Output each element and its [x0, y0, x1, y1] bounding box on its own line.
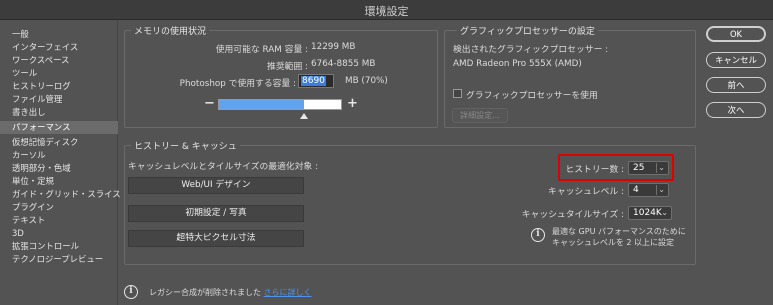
memory-decrease-button[interactable]: −: [204, 96, 215, 111]
sidebar-item-type[interactable]: テキスト: [0, 214, 118, 227]
window-title: 環境設定: [364, 5, 409, 18]
memory-slider-thumb[interactable]: [300, 113, 308, 119]
ok-button[interactable]: OK: [706, 26, 766, 42]
chevron-down-icon: ⌄: [661, 208, 668, 217]
sidebar-item-workspace[interactable]: ワークスペース: [0, 54, 118, 67]
sidebar-item-file-handling[interactable]: ファイル管理: [0, 93, 118, 106]
sidebar-item-3d[interactable]: 3D: [0, 227, 118, 240]
select-divider: [656, 163, 657, 173]
info-icon: i: [531, 228, 545, 242]
footer-info-icon: i: [124, 285, 138, 299]
cache-tile-size-label: キャッシュタイルサイズ :: [521, 210, 624, 220]
gpu-cache-note-line2: キャッシュレベルを 2 以上に設定: [552, 238, 675, 247]
learn-more-link[interactable]: さらに詳しく: [264, 288, 312, 297]
sidebar-item-technology-previews[interactable]: テクノロジープレビュー: [0, 253, 118, 266]
web-ui-design-button[interactable]: Web/UI デザイン: [128, 177, 304, 194]
cancel-button[interactable]: キャンセル: [706, 52, 766, 68]
cache-levels-select[interactable]: 4 ⌄: [628, 183, 669, 197]
sidebar-item-performance[interactable]: パフォーマンス: [0, 121, 118, 134]
sidebar-item-interface[interactable]: インターフェイス: [0, 41, 118, 54]
select-divider: [656, 185, 657, 195]
available-ram-value: 12299 MB: [311, 42, 356, 52]
available-ram-label: 使用可能な RAM 容量 :: [215, 45, 308, 55]
sidebar-item-cursors[interactable]: カーソル: [0, 149, 118, 162]
sidebar-item-tools[interactable]: ツール: [0, 67, 118, 80]
memory-slider[interactable]: [218, 99, 342, 110]
footer-message-text: レガシー合成が削除されました: [149, 288, 261, 297]
sidebar-item-transparency-gamut[interactable]: 透明部分・色域: [0, 162, 118, 175]
cache-tile-size-select[interactable]: 1024K ⌄: [628, 206, 672, 220]
gpu-cache-note-line1: 最適な GPU パフォーマンスのために: [552, 227, 686, 236]
sidebar-item-general[interactable]: 一般: [0, 28, 118, 41]
sidebar: 一般 インターフェイス ワークスペース ツール ヒストリーログ ファイル管理 書…: [0, 20, 121, 305]
history-cache-title: ヒストリー & キャッシュ: [131, 139, 240, 152]
title-bar: 環境設定: [0, 0, 773, 20]
sidebar-item-plugins[interactable]: プラグイン: [0, 201, 118, 214]
memory-slider-fill: [219, 100, 304, 109]
footer-message: レガシー合成が削除されました さらに詳しく: [149, 287, 312, 298]
cache-levels-label: キャッシュレベル :: [548, 187, 624, 197]
memory-increase-button[interactable]: +: [347, 96, 358, 111]
memory-unit-label: MB (70%): [345, 76, 388, 86]
sidebar-item-guides-grid-slices[interactable]: ガイド・グリッド・スライス: [0, 188, 121, 201]
ideal-range-value: 6764-8855 MB: [311, 59, 376, 69]
detected-gpu-label: 検出されたグラフィックプロセッサー :: [453, 45, 609, 55]
gpu-settings-title: グラフィックプロセッサーの設定: [457, 24, 598, 37]
prev-button[interactable]: 前へ: [706, 77, 766, 93]
sidebar-item-scratch-disks[interactable]: 仮想記憶ディスク: [0, 136, 118, 149]
use-gpu-checkbox[interactable]: [453, 89, 462, 98]
use-gpu-label[interactable]: グラフィックプロセッサーを使用: [466, 88, 598, 101]
sidebar-item-export[interactable]: 書き出し: [0, 106, 118, 119]
sidebar-item-history-log[interactable]: ヒストリーログ: [0, 80, 118, 93]
history-states-label: ヒストリー数 :: [565, 165, 624, 175]
sidebar-item-units-rulers[interactable]: 単位・定規: [0, 175, 118, 188]
history-states-select[interactable]: 25 ⌄: [628, 161, 669, 175]
chevron-down-icon: ⌄: [658, 163, 665, 172]
cache-levels-value: 4: [633, 185, 639, 195]
sidebar-item-enhanced-controls[interactable]: 拡張コントロール: [0, 240, 118, 253]
history-states-value: 25: [633, 163, 645, 173]
default-photos-button[interactable]: 初期設定 / 写真: [128, 205, 304, 222]
chevron-down-icon: ⌄: [658, 185, 665, 194]
let-photoshop-use-label: Photoshop で使用する容量 :: [179, 79, 296, 89]
gpu-name: AMD Radeon Pro 555X (AMD): [453, 59, 582, 69]
next-button[interactable]: 次へ: [706, 102, 766, 118]
advanced-settings-button: 詳細設定...: [452, 108, 508, 123]
memory-usage-title: メモリの使用状況: [131, 24, 210, 37]
memory-amount-input[interactable]: 8690: [298, 74, 334, 88]
memory-amount-value: 8690: [301, 76, 326, 86]
cache-tile-size-value: 1024K: [633, 208, 662, 218]
huge-pixel-dimensions-button[interactable]: 超特大ピクセル寸法: [128, 230, 304, 247]
ideal-range-label: 推奨範囲 :: [267, 62, 308, 72]
optimize-label: キャッシュレベルとタイルサイズの最適化対象 :: [128, 162, 319, 172]
